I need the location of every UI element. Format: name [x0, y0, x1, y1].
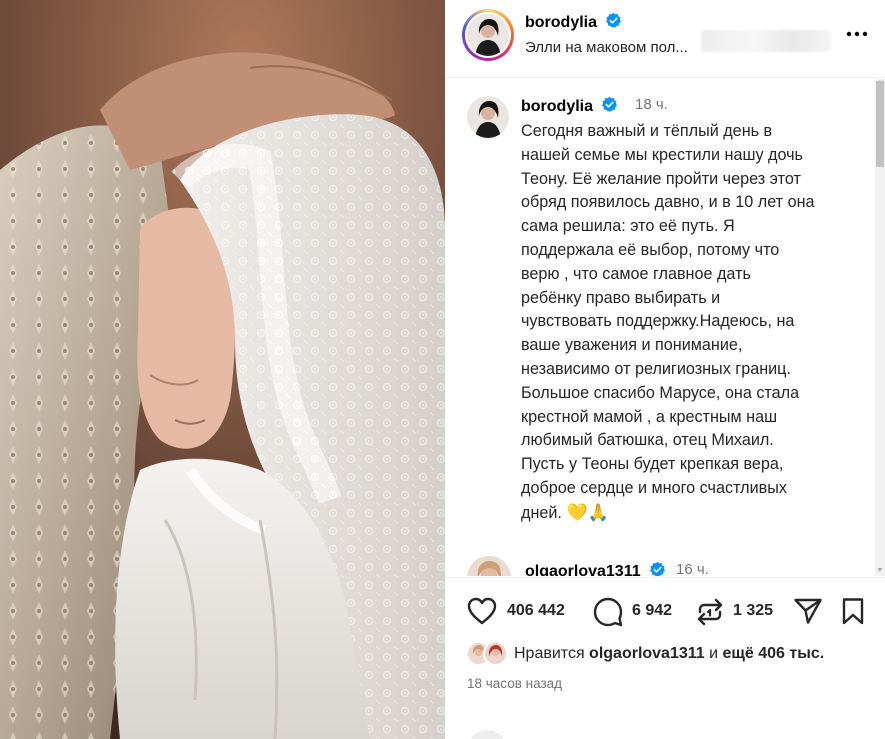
- author-avatar[interactable]: [462, 9, 514, 61]
- post-header: borodylia Элли на маковом пол...: [445, 0, 885, 78]
- verified-badge-icon: [606, 12, 622, 28]
- comment-bubble-icon[interactable]: [593, 597, 623, 627]
- caption-text: Сегодня важный и тёплый день в нашей сем…: [521, 120, 866, 526]
- verified-badge-icon: [650, 561, 666, 576]
- liker-avatar: [483, 641, 508, 666]
- action-bar: 406 442 6 942 1 325 Нравится olgaorlova1…: [445, 577, 885, 739]
- more-dots-icon[interactable]: [843, 22, 871, 46]
- caption-avatar[interactable]: [467, 96, 509, 138]
- comment-input-avatar: [467, 730, 507, 739]
- caption-username-text[interactable]: borodylia: [521, 98, 593, 115]
- heart-icon[interactable]: [467, 597, 497, 625]
- repost-icon[interactable]: [696, 597, 724, 627]
- likes-middle: и: [704, 645, 723, 662]
- author-username[interactable]: borodylia: [525, 12, 622, 32]
- comments-scrollbar[interactable]: ▲ ▼: [875, 79, 885, 576]
- comment-username[interactable]: olgaorlova1311: [525, 561, 666, 576]
- likes-summary[interactable]: Нравится olgaorlova1311 и ещё 406 тыс.: [466, 641, 876, 667]
- comment-avatar[interactable]: [467, 556, 511, 576]
- comments-area[interactable]: borodylia 18 ч. Сегодня важный и тёплый …: [445, 79, 875, 576]
- verified-badge-icon: [602, 96, 618, 112]
- comments-count[interactable]: 6 942: [632, 602, 672, 620]
- scroll-down-arrow-icon[interactable]: ▼: [875, 567, 885, 575]
- reposts-count[interactable]: 1 325: [733, 602, 773, 620]
- paper-plane-icon[interactable]: [793, 597, 823, 625]
- caption-time[interactable]: 18 ч.: [635, 96, 668, 113]
- comment-username-text[interactable]: olgaorlova1311: [525, 563, 641, 576]
- likes-rest[interactable]: ещё 406 тыс.: [723, 645, 825, 662]
- caption-emojis: 💛🙏: [566, 502, 609, 522]
- author-subtitle[interactable]: Элли на маковом пол...: [525, 39, 688, 56]
- comment-time[interactable]: 16 ч.: [676, 561, 709, 576]
- caption-username[interactable]: borodylia: [521, 96, 618, 116]
- blurred-audio-label: [701, 30, 831, 52]
- likes-avatars[interactable]: [466, 641, 510, 667]
- scrollbar-thumb[interactable]: [876, 81, 884, 167]
- post-timestamp[interactable]: 18 часов назад: [467, 676, 562, 691]
- post-image: [0, 0, 445, 739]
- post-panel: borodylia Элли на маковом пол... borodyl…: [445, 0, 885, 739]
- likes-prefix: Нравится: [514, 645, 590, 662]
- likes-count[interactable]: 406 442: [507, 602, 565, 620]
- caption-body: Сегодня важный и тёплый день в нашей сем…: [521, 122, 815, 522]
- author-username-text[interactable]: borodylia: [525, 14, 597, 31]
- likes-text: Нравится olgaorlova1311 и ещё 406 тыс.: [514, 645, 824, 663]
- bookmark-icon[interactable]: [841, 597, 865, 625]
- likes-user[interactable]: olgaorlova1311: [589, 645, 705, 662]
